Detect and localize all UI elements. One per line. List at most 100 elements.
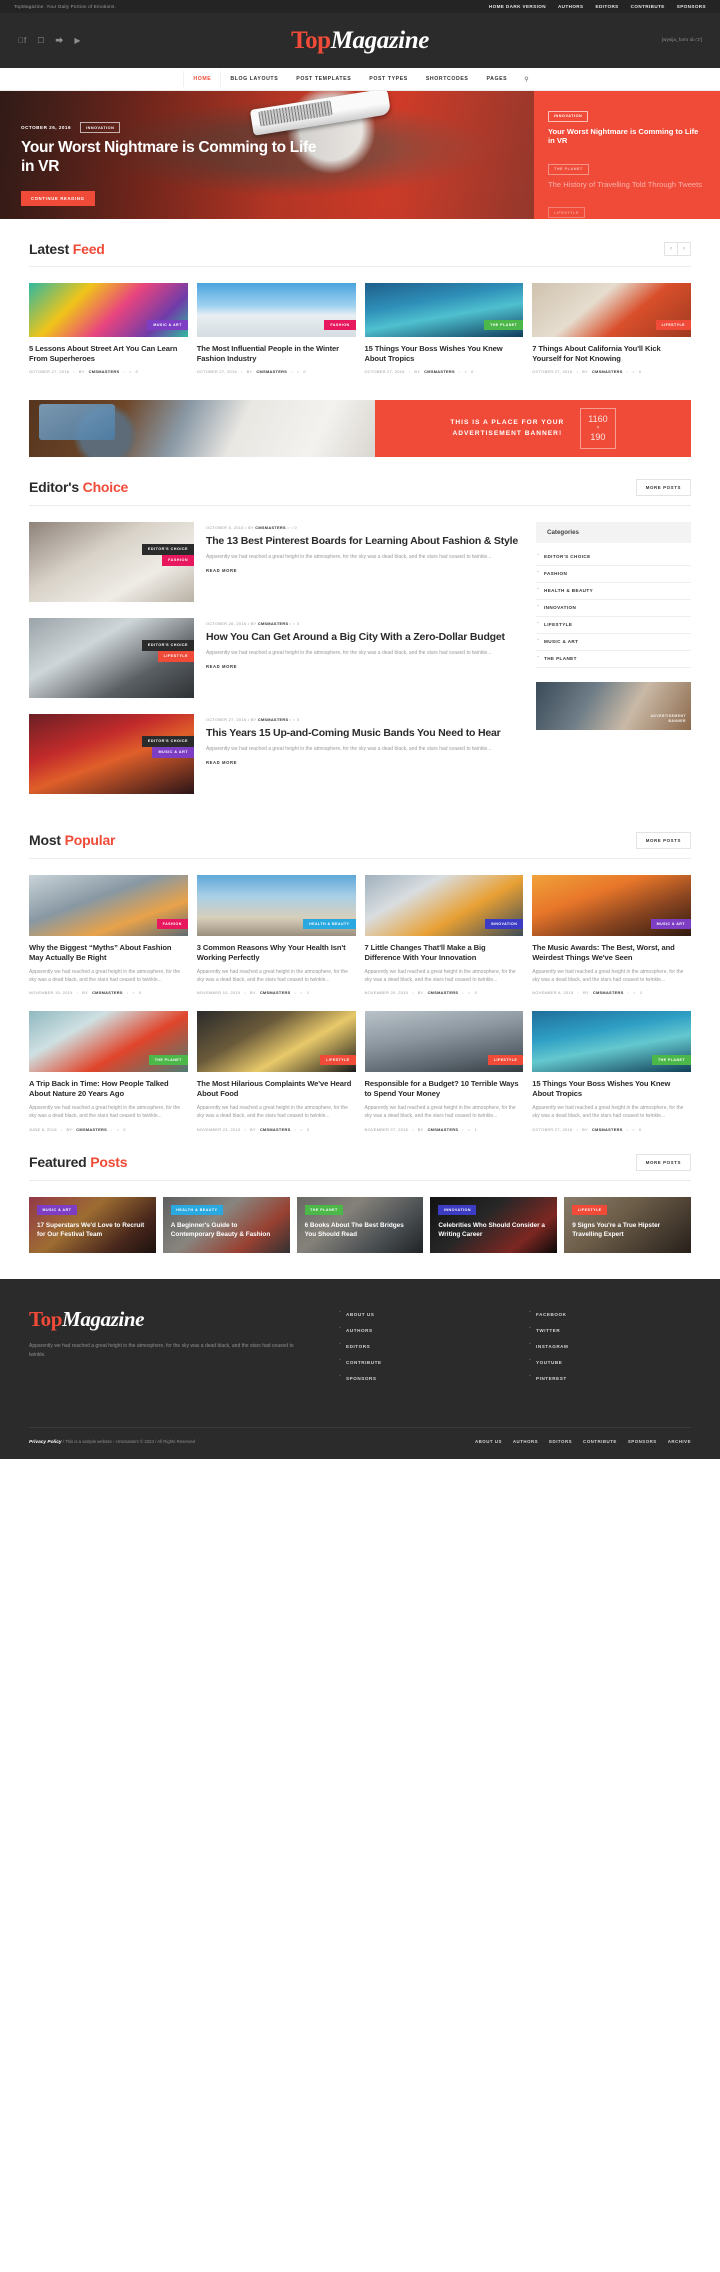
footer-link-sponsors[interactable]: SPONSORS xyxy=(339,1371,489,1387)
post-title[interactable]: 9 Signs You're a True Hipster Travelling… xyxy=(572,1221,683,1240)
facebook-icon[interactable]: f xyxy=(18,36,26,45)
post-author[interactable]: CMSMASTERS xyxy=(76,1127,107,1132)
category-badge[interactable]: FASHION xyxy=(156,918,188,929)
nav-item-blog-layouts[interactable]: BLOG LAYOUTS xyxy=(221,71,287,87)
post-title[interactable]: A Trip Back in Time: How People Talked A… xyxy=(29,1079,188,1099)
topbar-link-sponsors[interactable]: SPONSORS xyxy=(677,4,706,9)
list-item[interactable]: EDITOR'S CHOICE MUSIC & ART OCTOBER 27, … xyxy=(29,713,520,794)
post-title[interactable]: 6 Books About The Best Bridges You Shoul… xyxy=(305,1221,416,1240)
post-title[interactable]: 15 Things Your Boss Wishes You Knew Abou… xyxy=(365,344,524,364)
list-item[interactable]: INNOVATION Celebrities Who Should Consid… xyxy=(430,1196,558,1253)
post-author[interactable]: CMSMASTERS xyxy=(592,369,623,374)
next-arrow-icon[interactable]: › xyxy=(677,242,691,256)
footer-link-twitter[interactable]: TWITTER xyxy=(529,1323,679,1339)
post-thumbnail[interactable]: EDITOR'S CHOICE MUSIC & ART xyxy=(29,713,194,794)
list-item[interactable]: LIFESTYLE Responsible for a Budget? 10 T… xyxy=(364,1011,524,1132)
footer-logo[interactable]: TopMagazine xyxy=(29,1307,299,1332)
footer-link-about-us[interactable]: ABOUT US xyxy=(339,1307,489,1323)
hero-featured-slide[interactable]: OCTOBER 26, 2016 INNOVATION Your Worst N… xyxy=(0,91,534,219)
post-author[interactable]: CMSMASTERS xyxy=(593,990,624,995)
post-title[interactable]: A Beginner's Guide to Contemporary Beaut… xyxy=(171,1221,282,1240)
category-badge[interactable]: LIFESTYLE xyxy=(157,650,194,662)
most-popular-more-posts-button[interactable]: MORE POSTS xyxy=(635,831,691,849)
hero-side-tag-2[interactable]: THE PLANET xyxy=(548,163,589,175)
post-author[interactable]: CMSMASTERS xyxy=(260,1127,291,1132)
category-badge[interactable]: HEALTH & BEAUTY xyxy=(170,1204,223,1215)
footer-link-pinterest[interactable]: PINTEREST xyxy=(529,1371,679,1387)
post-author[interactable]: CMSMASTERS xyxy=(258,717,289,722)
topbar-link-home-dark[interactable]: HOME DARK VERSION xyxy=(489,4,546,9)
post-thumbnail[interactable]: EDITOR'S CHOICE LIFESTYLE xyxy=(29,617,194,698)
footer-link-youtube[interactable]: YOUTUBE xyxy=(529,1355,679,1371)
sidebar-item-editors-choice[interactable]: EDITOR'S CHOICE xyxy=(536,549,691,566)
category-badge[interactable]: LIFESTYLE xyxy=(572,1204,608,1215)
sidebar-item-music-art[interactable]: MUSIC & ART xyxy=(536,634,691,651)
prev-arrow-icon[interactable]: ‹ xyxy=(664,242,678,256)
post-thumbnail[interactable]: FASHION xyxy=(196,283,356,337)
footer-bottom-link-archive[interactable]: ARCHIVE xyxy=(668,1439,691,1444)
list-item[interactable]: THE PLANET 15 Things Your Boss Wishes Yo… xyxy=(364,283,524,374)
hero-side-item-1[interactable]: INNOVATION Your Worst Nightmare is Commi… xyxy=(548,104,706,146)
post-title[interactable]: The Most Hilarious Complaints We've Hear… xyxy=(197,1079,356,1099)
category-badge[interactable]: THE PLANET xyxy=(484,320,524,330)
post-author[interactable]: CMSMASTERS xyxy=(256,369,287,374)
list-item[interactable]: LIFESTYLE 9 Signs You're a True Hipster … xyxy=(564,1196,691,1253)
post-thumbnail[interactable]: LIFESTYLE xyxy=(196,1011,356,1073)
post-title[interactable]: 5 Lessons About Street Art You Can Learn… xyxy=(29,344,188,364)
hero-side-tag-1[interactable]: INNOVATION xyxy=(548,110,589,122)
sidebar-item-innovation[interactable]: INNOVATION xyxy=(536,600,691,617)
nav-item-pages[interactable]: PAGES xyxy=(477,71,516,87)
list-item[interactable]: LIFESTYLE The Most Hilarious Complaints … xyxy=(196,1011,356,1132)
list-item[interactable]: LIFESTYLE 7 Things About California You'… xyxy=(532,283,691,374)
list-item[interactable]: EDITOR'S CHOICE FASHION OCTOBER 5, 2015 … xyxy=(29,521,520,602)
post-author[interactable]: CMSMASTERS xyxy=(592,1127,623,1132)
list-item[interactable]: THE PLANET A Trip Back in Time: How Peop… xyxy=(29,1011,188,1132)
post-title[interactable]: This Years 15 Up-and-Coming Music Bands … xyxy=(206,727,520,740)
category-badge[interactable]: FASHION xyxy=(162,554,194,566)
topbar-link-editors[interactable]: EDITORS xyxy=(595,4,618,9)
post-title[interactable]: 7 Little Changes That'll Make a Big Diff… xyxy=(365,943,524,963)
list-item[interactable]: THE PLANET 6 Books About The Best Bridge… xyxy=(296,1196,424,1253)
post-author[interactable]: CMSMASTERS xyxy=(89,369,120,374)
post-title[interactable]: 15 Things Your Boss Wishes You Knew Abou… xyxy=(532,1079,691,1099)
post-title[interactable]: 7 Things About California You'll Kick Yo… xyxy=(532,344,691,364)
category-badge[interactable]: INNOVATION xyxy=(438,1204,477,1215)
post-thumbnail[interactable]: THE PLANET xyxy=(364,283,524,337)
sidebar-item-lifestyle[interactable]: LIFESTYLE xyxy=(536,617,691,634)
list-item[interactable]: HEALTH & BEAUTY A Beginner's Guide to Co… xyxy=(162,1196,290,1253)
post-thumbnail[interactable]: THE PLANET xyxy=(29,1011,188,1073)
sidebar-item-health-beauty[interactable]: HEALTH & BEAUTY xyxy=(536,583,691,600)
post-author[interactable]: CMSMASTERS xyxy=(424,369,455,374)
post-title[interactable]: Responsible for a Budget? 10 Terrible Wa… xyxy=(365,1079,524,1099)
post-author[interactable]: CMSMASTERS xyxy=(258,621,289,626)
advertisement-banner[interactable]: THIS IS A PLACE FOR YOUR ADVERTISEMENT B… xyxy=(29,399,691,457)
category-badge[interactable]: THE PLANET xyxy=(304,1204,344,1215)
nav-item-shortcodes[interactable]: SHORTCODES xyxy=(417,71,478,87)
editors-choice-more-posts-button[interactable]: MORE POSTS xyxy=(635,478,691,496)
post-author[interactable]: CMSMASTERS xyxy=(428,990,459,995)
post-title[interactable]: How You Can Get Around a Big City With a… xyxy=(206,631,520,644)
sidebar-advertisement[interactable]: ADVERTISEMENT BANNER xyxy=(536,681,691,730)
twitter-icon[interactable]: ⮕ xyxy=(55,36,63,45)
category-badge[interactable]: MUSIC & ART xyxy=(37,1204,77,1215)
list-item[interactable]: MUSIC & ART The Music Awards: The Best, … xyxy=(532,874,691,995)
category-badge[interactable]: FASHION xyxy=(324,320,356,330)
post-thumbnail[interactable]: EDITOR'S CHOICE FASHION xyxy=(29,521,194,602)
list-item[interactable]: MUSIC & ART 17 Superstars We'd Love to R… xyxy=(29,1196,156,1253)
sidebar-item-the-planet[interactable]: THE PLANET xyxy=(536,651,691,668)
nav-item-post-types[interactable]: POST TYPES xyxy=(360,71,417,87)
nav-item-post-templates[interactable]: POST TEMPLATES xyxy=(287,71,360,87)
category-badge[interactable]: MUSIC & ART xyxy=(152,746,194,758)
post-title[interactable]: The Music Awards: The Best, Worst, and W… xyxy=(532,943,691,963)
list-item[interactable]: MUSIC & ART 5 Lessons About Street Art Y… xyxy=(29,283,188,374)
post-title[interactable]: 3 Common Reasons Why Your Health Isn't W… xyxy=(197,943,356,963)
post-author[interactable]: CMSMASTERS xyxy=(92,990,123,995)
search-icon[interactable]: ⚲ xyxy=(516,71,536,88)
read-more-link[interactable]: READ MORE xyxy=(206,760,520,765)
sidebar-item-fashion[interactable]: FASHION xyxy=(536,566,691,583)
post-thumbnail[interactable]: MUSIC & ART xyxy=(532,874,691,936)
featured-posts-more-posts-button[interactable]: MORE POSTS xyxy=(635,1153,691,1171)
post-thumbnail[interactable]: FASHION xyxy=(29,874,188,936)
post-thumbnail[interactable]: MUSIC & ART xyxy=(29,283,188,337)
editors-choice-badge[interactable]: EDITOR'S CHOICE xyxy=(141,543,194,555)
